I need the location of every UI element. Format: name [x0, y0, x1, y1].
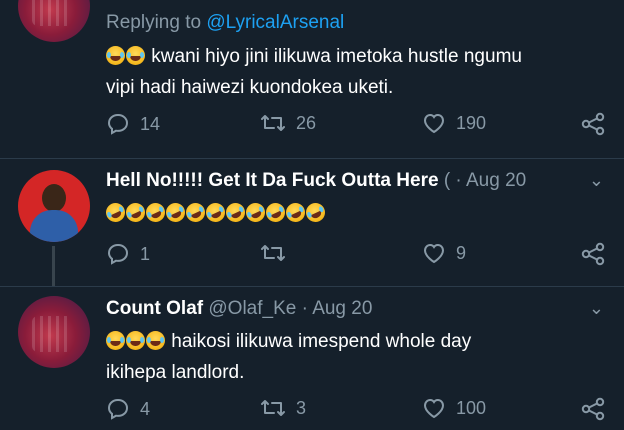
- heart-icon: [423, 398, 445, 419]
- tweet-text: [102, 198, 604, 229]
- reply-icon: [107, 243, 129, 265]
- chevron-down-icon[interactable]: ⌄: [589, 298, 604, 319]
- replying-to-handle[interactable]: @LyricalArsenal: [206, 12, 344, 33]
- reply-count: 1: [140, 243, 151, 264]
- tweet-3[interactable]: Count Olaf @Olaf_Ke · Aug 20 ⌄ haikosi i…: [0, 286, 624, 430]
- tweet-text: haikosi ilikuwa imespend whole day ikihe…: [106, 326, 604, 388]
- reply-button[interactable]: 14: [106, 112, 160, 136]
- heart-icon: [423, 243, 445, 264]
- tweet-text-line-2: vipi hadi haiwezi kuondokea uketi.: [106, 77, 394, 98]
- tweet-text: kwani hiyo jini ilikuwa imetoka hustle n…: [106, 41, 604, 103]
- handle[interactable]: @Olaf_Ke: [208, 298, 296, 319]
- joy-emoji-icon: [106, 46, 125, 65]
- tweet-date[interactable]: Aug 20: [312, 298, 372, 319]
- tweet-1[interactable]: Replying to @LyricalArsenal kwani hiyo j…: [0, 0, 624, 158]
- like-button[interactable]: 100: [422, 397, 486, 419]
- retweet-icon: [261, 115, 285, 131]
- avatar-shirt: [30, 210, 78, 242]
- share-button[interactable]: [580, 397, 606, 421]
- share-icon: [581, 112, 605, 136]
- reply-button[interactable]: 4: [106, 397, 150, 421]
- share-button[interactable]: [580, 112, 606, 136]
- reply-button[interactable]: 1: [106, 242, 150, 266]
- display-name[interactable]: Count Olaf: [106, 298, 203, 319]
- avatar-face: [42, 184, 66, 212]
- chevron-down-icon[interactable]: ⌄: [589, 170, 604, 191]
- retweet-count: 26: [296, 112, 317, 133]
- retweet-icon: [261, 400, 285, 416]
- tweet-body: Count Olaf @Olaf_Ke · Aug 20 ⌄ haikosi i…: [106, 298, 604, 388]
- share-icon: [581, 242, 605, 266]
- reply-icon: [107, 398, 129, 420]
- rofl-emoji-icon: [302, 199, 329, 226]
- like-button[interactable]: 9: [422, 242, 466, 264]
- tweet-text-line-1: haikosi ilikuwa imespend whole day: [171, 331, 472, 352]
- like-count: 100: [456, 397, 487, 418]
- reply-count: 4: [140, 398, 151, 419]
- rofl-emoji-icon: [162, 199, 189, 226]
- tweet-body: Hell No!!!!! Get It Da Fuck Outta Here (…: [102, 170, 604, 229]
- rofl-emoji-icon: [202, 199, 229, 226]
- reply-count: 14: [140, 113, 161, 134]
- tweet-actions: 1 9: [106, 242, 606, 272]
- tweet-text-line-2: ikihepa landlord.: [106, 362, 245, 383]
- retweet-count: 3: [296, 397, 307, 418]
- rofl-emoji-icon: [222, 199, 249, 226]
- avatar[interactable]: [18, 0, 90, 42]
- retweet-icon: [261, 245, 285, 261]
- share-button[interactable]: [580, 242, 606, 266]
- handle[interactable]: (: [444, 170, 450, 191]
- joy-emoji-icon: [106, 331, 125, 350]
- display-name[interactable]: Hell No!!!!! Get It Da Fuck Outta Here: [106, 170, 439, 191]
- thread-line: [52, 246, 55, 286]
- joy-emoji-icon: [126, 331, 145, 350]
- reply-icon: [107, 113, 129, 135]
- rofl-emoji-icon: [182, 199, 209, 226]
- tweet-2[interactable]: Hell No!!!!! Get It Da Fuck Outta Here (…: [0, 158, 624, 286]
- retweet-button[interactable]: [260, 242, 296, 264]
- tweet-actions: 4 3 100: [106, 397, 606, 427]
- avatar[interactable]: [18, 296, 90, 368]
- tweet-actions: 14 26 190: [106, 112, 606, 142]
- separator: ·: [455, 170, 462, 191]
- retweet-button[interactable]: 3: [260, 397, 306, 419]
- replying-to: Replying to @LyricalArsenal: [106, 12, 604, 34]
- like-count: 190: [456, 112, 487, 133]
- heart-icon: [423, 113, 445, 134]
- separator: ·: [301, 298, 308, 319]
- joy-emoji-icon: [126, 46, 145, 65]
- like-count: 9: [456, 242, 467, 263]
- rofl-emoji-icon: [262, 199, 289, 226]
- tweet-body: Replying to @LyricalArsenal kwani hiyo j…: [106, 12, 604, 103]
- tweet-header: Hell No!!!!! Get It Da Fuck Outta Here (…: [106, 170, 604, 196]
- rofl-emoji-icon: [102, 199, 129, 226]
- rofl-emoji-icon: [242, 199, 269, 226]
- tweet-text-line-1: kwani hiyo jini ilikuwa imetoka hustle n…: [151, 46, 522, 67]
- tweet-header: Count Olaf @Olaf_Ke · Aug 20 ⌄: [106, 298, 604, 324]
- like-button[interactable]: 190: [422, 112, 486, 134]
- avatar[interactable]: [18, 170, 90, 242]
- rofl-emoji-icon: [282, 199, 309, 226]
- retweet-button[interactable]: 26: [260, 112, 316, 134]
- joy-emoji-icon: [146, 331, 165, 350]
- rofl-emoji-icon: [122, 199, 149, 226]
- share-icon: [581, 397, 605, 421]
- replying-to-label: Replying to: [106, 12, 207, 33]
- rofl-emoji-icon: [142, 199, 169, 226]
- tweet-date[interactable]: Aug 20: [466, 170, 526, 191]
